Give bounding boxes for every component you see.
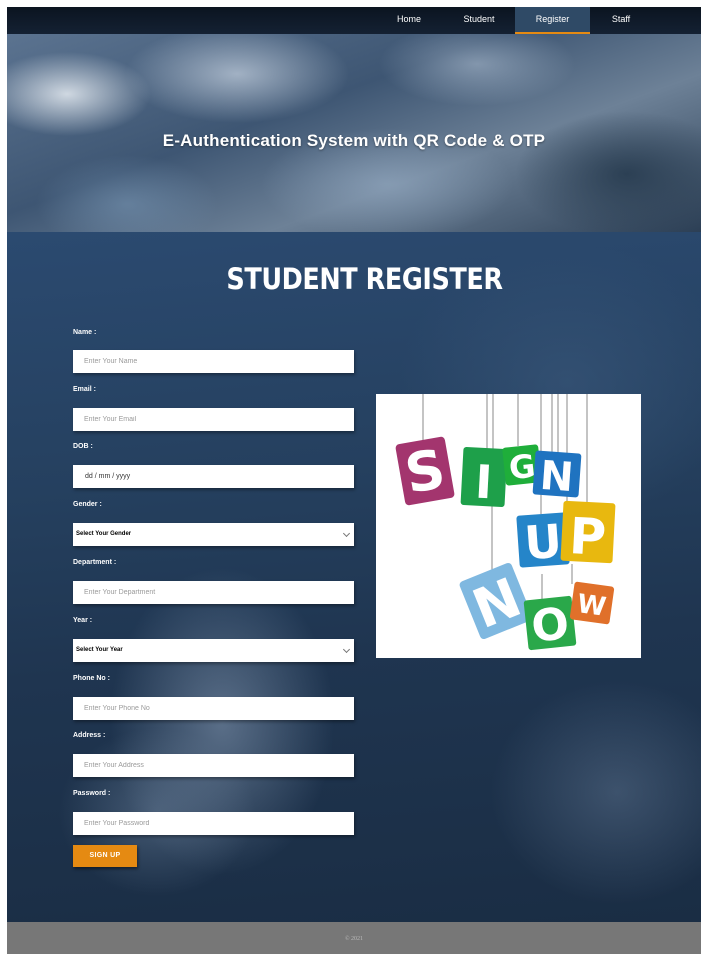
letter-tile-i: I	[460, 447, 508, 510]
page-title: STUDENT REGISTER	[226, 262, 503, 296]
letter-tile-n: N	[532, 450, 582, 501]
password-label: Password :	[73, 790, 111, 797]
letter-tile-o: O	[523, 595, 577, 653]
letter-tile-n-now: N	[459, 562, 533, 641]
phone-label: Phone No :	[73, 675, 110, 682]
year-label: Year :	[73, 617, 93, 624]
nav-register[interactable]: Register	[515, 7, 590, 34]
svg-text:W: W	[575, 589, 608, 623]
svg-text:I: I	[474, 455, 494, 510]
svg-text:U: U	[523, 514, 564, 570]
email-label: Email :	[73, 386, 96, 393]
gender-selected-value: Select Your Gender	[76, 531, 132, 537]
footer: © 2021	[7, 922, 701, 954]
letter-tile-w: W	[569, 581, 615, 625]
top-nav: Home Student Register Staff	[7, 7, 701, 34]
year-select[interactable]: Select Your Year	[73, 639, 354, 662]
address-label: Address :	[73, 732, 106, 739]
hero-title: E-Authentication System with QR Code & O…	[162, 131, 546, 150]
dob-value: dd / mm / yyyy	[85, 473, 131, 480]
gender-label: Gender :	[73, 501, 102, 508]
copyright-text: © 2021	[344, 936, 364, 942]
department-label: Department :	[73, 559, 117, 566]
dob-label: DOB :	[73, 443, 93, 450]
hero-banner: E-Authentication System with QR Code & O…	[7, 34, 701, 232]
phone-input[interactable]	[73, 697, 354, 720]
nav-staff[interactable]: Staff	[601, 7, 641, 34]
nav-student[interactable]: Student	[455, 7, 503, 34]
sign-up-now-illustration: S I G N U P N O W	[395, 394, 616, 653]
svg-text:G: G	[507, 447, 537, 488]
register-section: STUDENT REGISTER Name : Email : DOB : dd…	[7, 232, 701, 922]
gender-select[interactable]: Select Your Gender	[73, 523, 354, 546]
svg-text:P: P	[568, 507, 608, 567]
password-input[interactable]	[73, 812, 354, 835]
name-label: Name :	[73, 329, 97, 336]
address-input[interactable]	[73, 754, 354, 777]
name-input[interactable]	[73, 350, 354, 373]
letter-tile-s: S	[395, 436, 455, 506]
dob-date-input[interactable]: dd / mm / yyyy	[73, 465, 354, 488]
year-selected-value: Select Your Year	[76, 647, 123, 653]
sign-up-now-image: S I G N U P N O W	[376, 394, 641, 658]
letter-tile-p: P	[560, 500, 616, 567]
svg-text:N: N	[538, 453, 575, 501]
chevron-down-icon	[342, 645, 351, 654]
page-frame: Home Student Register Staff E-Authentica…	[7, 7, 701, 954]
department-input[interactable]	[73, 581, 354, 604]
chevron-down-icon	[342, 529, 351, 538]
sign-up-button[interactable]: SIGN UP	[73, 845, 137, 867]
email-input[interactable]	[73, 408, 354, 431]
svg-text:O: O	[529, 598, 572, 653]
nav-home[interactable]: Home	[388, 7, 430, 34]
